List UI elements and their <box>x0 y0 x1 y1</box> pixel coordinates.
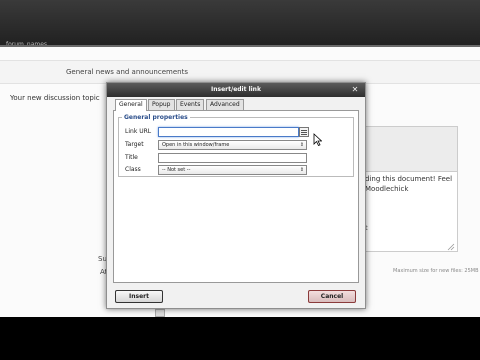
browse-icon[interactable] <box>299 127 309 137</box>
general-properties-fieldset: General properties Link URL Target Open … <box>118 114 354 177</box>
cancel-button[interactable]: Cancel <box>308 290 356 303</box>
general-tab-panel: General properties Link URL Target Open … <box>113 110 359 283</box>
fieldset-legend: General properties <box>122 114 190 121</box>
attachment-field[interactable] <box>155 309 165 317</box>
forum-row: General news and announcements <box>0 60 480 84</box>
editor-content[interactable]: ding this document! Feel Moodlechick <box>365 174 457 194</box>
editor-line: Moodlechick <box>365 185 409 193</box>
site-header: forum_names <box>0 0 480 48</box>
message-editor[interactable]: ding this document! Feel Moodlechick t <box>360 126 458 252</box>
link-url-input[interactable] <box>158 127 299 137</box>
link-url-label: Link URL <box>125 128 152 135</box>
target-select-value: Open in this window/frame <box>162 142 230 148</box>
editor-toolbar <box>361 127 457 172</box>
title-input[interactable] <box>158 153 307 163</box>
screen: forum_names General news and announcemen… <box>0 0 480 360</box>
class-label: Class <box>125 166 141 173</box>
discussion-topic-heading: Your new discussion topic <box>10 94 100 102</box>
target-label: Target <box>125 141 144 148</box>
resize-grip-icon[interactable] <box>447 243 455 251</box>
title-label: Title <box>125 154 138 161</box>
insert-link-dialog: Insert/edit link ✕ General Popup Events … <box>106 82 366 309</box>
class-select-value: -- Not set -- <box>162 167 191 173</box>
tab-events[interactable]: Events <box>176 99 205 110</box>
chevron-updown-icon: ⇕ <box>299 142 305 148</box>
dialog-titlebar[interactable]: Insert/edit link ✕ <box>107 83 365 97</box>
chevron-updown-icon: ⇕ <box>299 167 305 173</box>
tab-advanced[interactable]: Advanced <box>206 99 244 110</box>
mouse-cursor-icon <box>313 133 322 146</box>
tab-general[interactable]: General <box>115 99 147 111</box>
max-upload-note: Maximum size for new files: 25MB <box>393 268 479 274</box>
class-select[interactable]: -- Not set -- ⇕ <box>158 165 307 175</box>
close-icon[interactable]: ✕ <box>350 85 360 95</box>
target-select[interactable]: Open in this window/frame ⇕ <box>158 140 307 150</box>
forum-name: General news and announcements <box>66 68 188 76</box>
editor-line: ding this document! Feel <box>365 175 453 183</box>
tab-popup[interactable]: Popup <box>148 99 175 110</box>
letterbox-bottom <box>0 317 480 360</box>
insert-button[interactable]: Insert <box>115 290 163 303</box>
dialog-title: Insert/edit link <box>211 86 261 93</box>
